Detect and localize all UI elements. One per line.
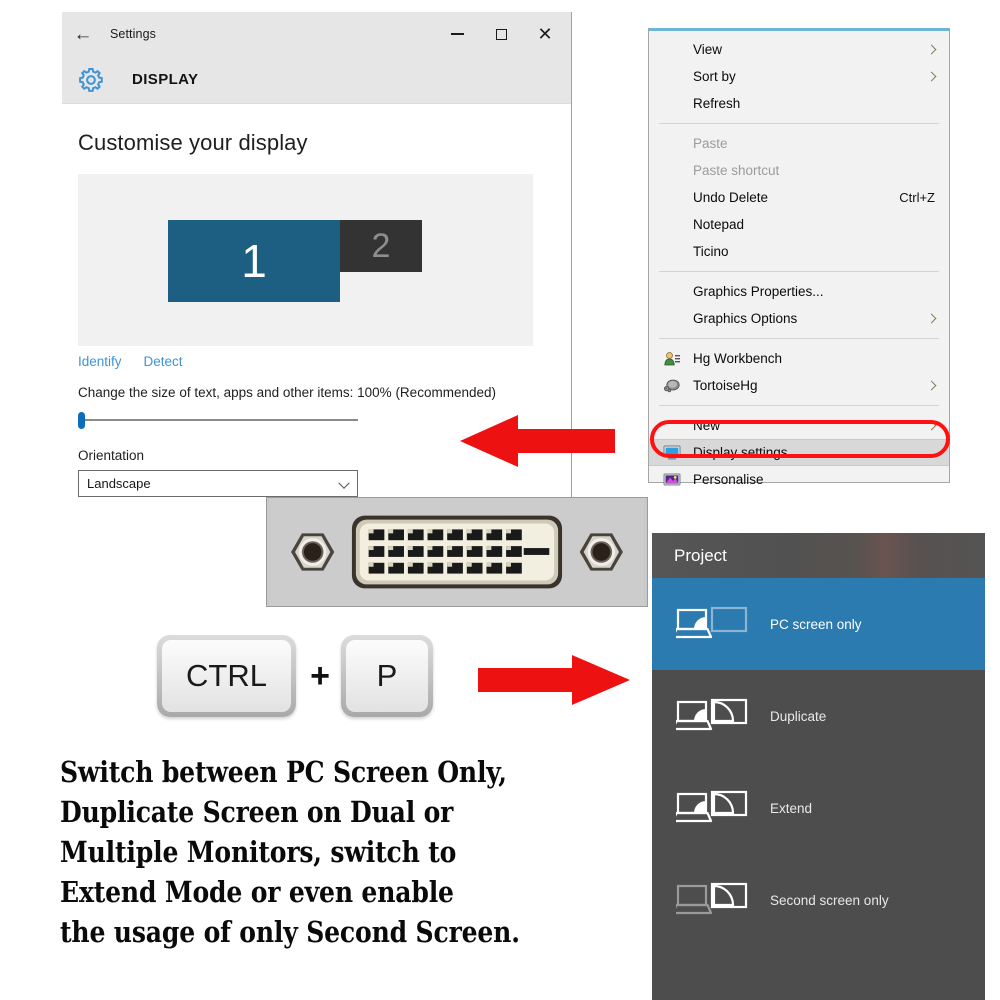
monitor-action-links: Identify Detect xyxy=(78,354,555,369)
menu-item-paste: Paste xyxy=(649,130,949,157)
caption-line: Switch between PC Screen Only, xyxy=(60,755,507,789)
orientation-value: Landscape xyxy=(87,476,151,491)
caption-line: Multiple Monitors, switch to xyxy=(60,835,457,869)
settings-titlebar: ← Settings ✕ xyxy=(62,12,571,56)
menu-item-ticino[interactable]: Ticino xyxy=(649,238,949,265)
project-option-pc-screen-only[interactable]: PC screen only xyxy=(652,578,985,670)
project-option-second-screen-only[interactable]: Second screen only xyxy=(652,854,985,946)
minimize-button[interactable] xyxy=(435,12,479,56)
menu-item-label: Paste xyxy=(693,136,728,151)
menu-item-label: Refresh xyxy=(693,96,741,111)
menu-item-undo-delete[interactable]: Undo Delete Ctrl+Z xyxy=(649,184,949,211)
menu-item-refresh[interactable]: Refresh xyxy=(649,90,949,117)
menu-item-hg-workbench[interactable]: Hg Workbench xyxy=(649,345,949,372)
caption-text: Switch between PC Screen Only, Duplicate … xyxy=(60,752,570,952)
menu-separator xyxy=(659,405,939,406)
screenshot-root: ← Settings ✕ DISPLAY Customise your disp xyxy=(0,0,1000,1000)
menu-item-label: New xyxy=(693,418,721,433)
menu-item-label: Notepad xyxy=(693,217,745,232)
menu-item-display-settings[interactable]: Display settings xyxy=(649,439,949,466)
menu-separator xyxy=(659,338,939,339)
menu-item-label: TortoiseHg xyxy=(693,378,758,393)
scale-description: Change the size of text, apps and other … xyxy=(78,385,496,400)
desktop-context-menu: View Sort by Refresh Paste Paste shortcut Und… xyxy=(648,28,950,487)
chevron-right-icon xyxy=(926,380,937,391)
page-title: Customise your display xyxy=(78,130,308,155)
project-option-duplicate[interactable]: Duplicate xyxy=(652,670,985,762)
menu-separator xyxy=(659,271,939,272)
second-screen-only-icon xyxy=(671,880,748,920)
menu-item-sort-by[interactable]: Sort by xyxy=(649,63,949,90)
caption-line: the usage of only Second Screen. xyxy=(60,915,520,949)
project-option-list: PC screen only Duplicate Extend Second scre… xyxy=(652,578,985,946)
slider-thumb[interactable] xyxy=(78,412,85,429)
monitor-arrangement-canvas[interactable]: 1 2 xyxy=(78,174,533,346)
caption-line: Duplicate Screen on Dual or xyxy=(60,795,454,829)
p-key[interactable]: P xyxy=(341,635,433,717)
duplicate-icon xyxy=(671,696,748,736)
dvi-connector-image xyxy=(266,497,648,607)
menu-item-label: Sort by xyxy=(693,69,736,84)
menu-item-label: Graphics Properties... xyxy=(693,284,824,299)
plus-sign: + xyxy=(310,656,330,695)
project-option-extend[interactable]: Extend xyxy=(652,762,985,854)
chevron-right-icon xyxy=(926,313,937,324)
extend-icon xyxy=(671,788,748,828)
tortoisehg-icon xyxy=(663,377,681,395)
display-settings-icon xyxy=(663,444,681,462)
project-flyout-panel: Project PC screen only Duplicate Extend Sec… xyxy=(652,533,985,1000)
ctrl-key[interactable]: CTRL xyxy=(157,635,296,717)
menu-item-label: Graphics Options xyxy=(693,311,798,326)
menu-item-label: Hg Workbench xyxy=(693,351,783,366)
caption-line: Extend Mode or even enable xyxy=(60,875,454,909)
red-arrow-right-icon xyxy=(478,655,630,705)
slider-track xyxy=(82,419,358,421)
monitor-2[interactable]: 2 xyxy=(340,220,422,272)
monitor-1[interactable]: 1 xyxy=(168,220,340,302)
menu-item-label: Display settings xyxy=(693,445,788,460)
chevron-down-icon xyxy=(338,477,350,489)
project-option-label: Duplicate xyxy=(770,708,827,724)
settings-subheader: DISPLAY xyxy=(62,56,571,104)
menu-item-graphics-properties[interactable]: Graphics Properties... xyxy=(649,278,949,305)
menu-item-label: Ticino xyxy=(693,244,729,259)
identify-link[interactable]: Identify xyxy=(78,354,122,369)
red-arrow-left-icon xyxy=(460,415,615,467)
maximize-button[interactable] xyxy=(479,12,523,56)
menu-separator xyxy=(659,123,939,124)
back-arrow-icon[interactable]: ← xyxy=(62,12,104,56)
menu-item-label: Personalise xyxy=(693,472,764,487)
close-button[interactable]: ✕ xyxy=(523,12,567,56)
chevron-right-icon xyxy=(926,71,937,82)
menu-item-label: View xyxy=(693,42,723,57)
pc-screen-only-icon xyxy=(671,604,748,644)
display-header-label: DISPLAY xyxy=(132,71,199,88)
project-panel-title: Project xyxy=(652,533,985,578)
chevron-right-icon xyxy=(926,44,937,55)
menu-item-tortoisehg[interactable]: TortoiseHg xyxy=(649,372,949,399)
menu-item-personalise[interactable]: Personalise xyxy=(649,466,949,493)
menu-item-new[interactable]: New xyxy=(649,412,949,439)
menu-item-accelerator: Ctrl+Z xyxy=(899,190,935,205)
p-key-label: P xyxy=(346,640,428,712)
orientation-dropdown[interactable]: Landscape xyxy=(78,470,358,497)
menu-item-view[interactable]: View xyxy=(649,36,949,63)
project-option-label: Extend xyxy=(770,800,813,816)
menu-item-paste-shortcut: Paste shortcut xyxy=(649,157,949,184)
menu-item-label: Undo Delete xyxy=(693,190,769,205)
personalise-icon xyxy=(663,471,681,489)
menu-item-label: Paste shortcut xyxy=(693,163,780,178)
menu-item-graphics-options[interactable]: Graphics Options xyxy=(649,305,949,332)
gear-icon xyxy=(76,65,106,95)
hg-workbench-icon xyxy=(663,350,681,368)
project-option-label: Second screen only xyxy=(770,892,889,908)
scale-slider[interactable] xyxy=(78,411,358,429)
window-controls: ✕ xyxy=(435,12,567,56)
window-title: Settings xyxy=(110,27,156,41)
ctrl-key-label: CTRL xyxy=(162,640,291,712)
menu-item-notepad[interactable]: Notepad xyxy=(649,211,949,238)
chevron-right-icon xyxy=(926,420,937,431)
project-option-label: PC screen only xyxy=(770,616,862,632)
detect-link[interactable]: Detect xyxy=(144,354,183,369)
